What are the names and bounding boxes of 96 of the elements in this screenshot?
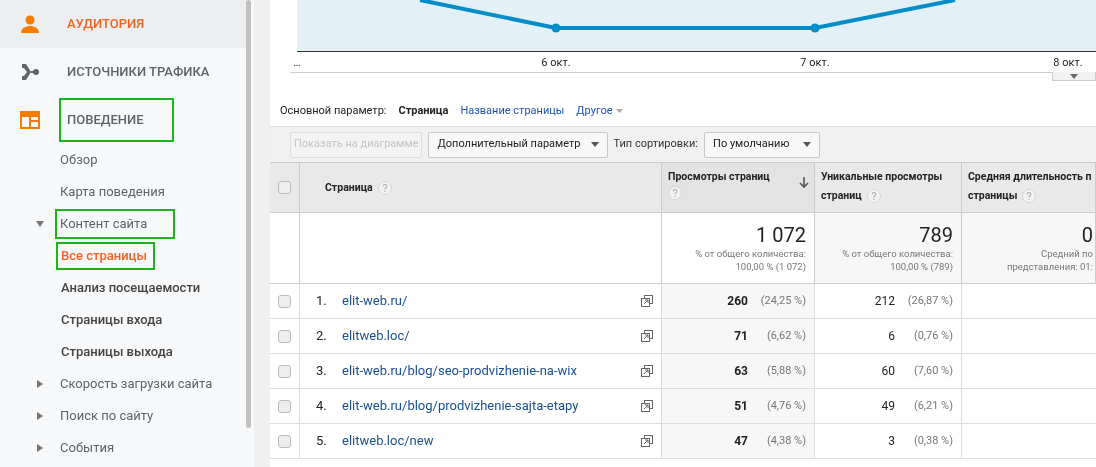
nav-section[interactable]: ПОВЕДЕНИЕ (0, 96, 246, 144)
row-index: 3. (316, 362, 328, 381)
page-link[interactable]: elit-web.ru/ (342, 291, 408, 311)
nav-item[interactable]: Карта поведения (57, 181, 168, 203)
dimension-label: Основной параметр: (280, 102, 387, 119)
total-value: 789 (919, 223, 953, 247)
column-title: страниц (821, 188, 862, 204)
unique-value: 3 (888, 433, 895, 450)
total-value: 1 072 (756, 223, 806, 247)
sort-dropdown[interactable]: По умолчанию (704, 131, 821, 158)
nav-item[interactable]: Обзор (57, 149, 101, 171)
unique-percent: (0,38 %) (912, 432, 953, 449)
nav-item[interactable]: Контент сайта (57, 211, 174, 237)
caret-down-icon (590, 142, 599, 147)
row-checkbox[interactable] (278, 364, 291, 378)
page-link[interactable]: elit-web.ru/blog/seo-prodvizhenie-na-wix (342, 361, 577, 381)
axis-label: 7 окт. (800, 55, 830, 71)
page-link[interactable]: elit-web.ru/blog/prodvizhenie-sajta-etapy (342, 396, 579, 416)
open-page-icon[interactable] (641, 435, 653, 447)
column-title: Уникальные просмотры (821, 169, 943, 185)
caret-down-icon[interactable] (35, 220, 44, 228)
nav-item[interactable]: Страницы выхода (58, 342, 176, 362)
unique-value: 212 (874, 293, 895, 310)
views-percent: (24,25 %) (759, 292, 806, 309)
views-value: 63 (734, 363, 748, 380)
unique-value: 6 (888, 328, 895, 345)
layout-icon (20, 111, 40, 129)
views-value: 71 (734, 328, 748, 345)
row-index: 5. (316, 432, 328, 451)
column-title: Средняя длительность п (968, 169, 1092, 185)
unique-value: 60 (881, 363, 895, 380)
caret-right-icon[interactable] (35, 380, 44, 388)
branch-icon (20, 62, 40, 82)
row-checkbox[interactable] (278, 294, 291, 308)
nav-section[interactable]: ИСТОЧНИКИ ТРАФИКА (0, 48, 246, 96)
unique-value: 49 (881, 398, 895, 415)
open-page-icon[interactable] (641, 400, 653, 412)
dimension-option[interactable]: Страница (398, 102, 449, 120)
views-value: 51 (734, 398, 748, 415)
views-percent: (6,62 %) (765, 327, 806, 344)
column-title: страницы (968, 188, 1018, 204)
column-header[interactable]: Страница (300, 163, 662, 213)
views-percent: (4,76 %) (765, 397, 806, 414)
sort-arrow-icon[interactable] (799, 177, 809, 189)
views-percent: (5,88 %) (765, 362, 806, 379)
unique-percent: (26,87 %) (906, 292, 953, 309)
nav-item[interactable]: Анализ посещаемости (58, 278, 204, 298)
scrollbar-thumb[interactable] (246, 0, 251, 428)
row-index: 4. (316, 397, 328, 416)
column-header[interactable]: Средняя длительность п страницы (962, 163, 1096, 213)
sort-label: Тип сортировки: (613, 136, 699, 153)
views-percent: (4,38 %) (765, 432, 806, 449)
page-link[interactable]: elitweb.loc/new (342, 431, 434, 451)
column-title: Страница (325, 180, 373, 196)
page-link[interactable]: elitweb.loc/ (342, 326, 410, 346)
nav-item[interactable]: События (57, 437, 118, 459)
nav-section-label: ИСТОЧНИКИ ТРАФИКА (66, 63, 211, 82)
axis-label: 6 окт. (541, 55, 571, 71)
total-value: 0 (1081, 223, 1093, 247)
row-index: 2. (316, 327, 328, 346)
unique-percent: (6,21 %) (912, 397, 953, 414)
open-page-icon[interactable] (641, 365, 653, 377)
views-value: 47 (734, 433, 748, 450)
axis-label: 8 окт. (1053, 55, 1083, 71)
caret-right-icon[interactable] (35, 444, 44, 452)
row-checkbox[interactable] (278, 329, 291, 343)
person-icon (20, 14, 40, 34)
caret-down-icon (615, 109, 623, 113)
nav-item[interactable]: Страницы входа (58, 310, 166, 330)
caret-right-icon[interactable] (35, 412, 44, 420)
nav-item[interactable]: Поиск по сайту (57, 405, 157, 427)
column-header[interactable]: Уникальные просмотры страниц (815, 163, 962, 213)
unique-percent: (0,76 %) (912, 327, 953, 344)
secondary-dimension-dropdown[interactable]: Дополнительный параметр (428, 131, 608, 158)
total-note: Средний по представления: 01: (1007, 247, 1093, 273)
nav-section-label: ПОВЕДЕНИЕ (66, 111, 145, 130)
axis-label: … (293, 55, 301, 71)
caret-down-icon (1070, 73, 1078, 79)
row-checkbox[interactable] (278, 181, 291, 194)
nav-section-label: АУДИТОРИЯ (66, 15, 146, 34)
row-checkbox[interactable] (278, 434, 291, 448)
views-value: 260 (727, 293, 748, 310)
open-page-icon[interactable] (641, 295, 653, 307)
row-checkbox[interactable] (278, 399, 291, 413)
caret-down-icon (803, 142, 812, 147)
unique-percent: (7,60 %) (912, 362, 953, 379)
open-page-icon[interactable] (641, 330, 653, 342)
expand-tab[interactable] (1052, 72, 1096, 81)
column-header[interactable]: Просмотры страниц (662, 163, 815, 213)
dimension-option[interactable]: Название страницы (460, 102, 565, 120)
nav-item[interactable]: Скорость загрузки сайта (57, 373, 216, 395)
column-title: Просмотры страниц (668, 169, 770, 185)
total-note: % от общего количества: 100,00 % (1 072) (695, 247, 806, 273)
row-index: 1. (316, 292, 328, 311)
dimension-dropdown[interactable]: Другое (576, 102, 623, 120)
total-note: % от общего количества: 100,00 % (789) (842, 247, 953, 273)
